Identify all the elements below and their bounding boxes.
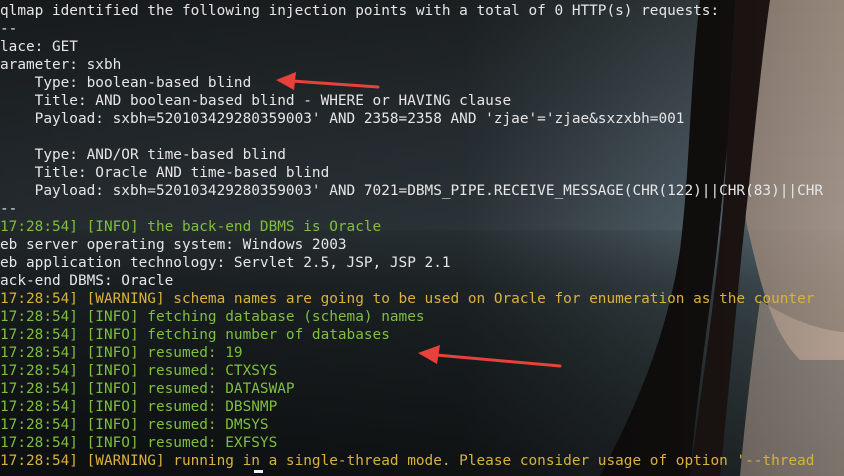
terminal-line-warning: 17:28:54] [WARNING] running in a single-… xyxy=(0,453,815,469)
terminal-line-info: 17:28:54] [INFO] the back-end DBMS is Or… xyxy=(0,219,382,235)
terminal-line-info: 17:28:54] [INFO] resumed: CTXSYS xyxy=(0,363,278,379)
terminal-output: qlmap identified the following injection… xyxy=(0,0,844,476)
terminal-line: Type: boolean-based blind xyxy=(0,75,252,91)
terminal-line: -- xyxy=(0,201,18,217)
terminal-line-info: 17:28:54] [INFO] resumed: DATASWAP xyxy=(0,381,295,397)
terminal-line-info: 17:28:54] [INFO] resumed: EXFSYS xyxy=(0,435,278,451)
terminal-cursor xyxy=(254,470,263,473)
terminal-line: eb server operating system: Windows 2003 xyxy=(0,237,347,253)
terminal-line-info: 17:28:54] [INFO] fetching number of data… xyxy=(0,327,390,343)
terminal-line: qlmap identified the following injection… xyxy=(0,3,720,19)
terminal-line: -- xyxy=(0,21,18,37)
terminal-line-info: 17:28:54] [INFO] resumed: 19 xyxy=(0,345,243,361)
terminal-line-info: 17:28:54] [INFO] resumed: DMSYS xyxy=(0,417,269,433)
terminal-line: eb application technology: Servlet 2.5, … xyxy=(0,255,451,271)
terminal-line-warning: 17:28:54] [WARNING] schema names are goi… xyxy=(0,291,815,307)
terminal-line: Title: Oracle AND time-based blind xyxy=(0,165,330,181)
terminal-line: arameter: sxbh xyxy=(0,57,122,73)
terminal-line: Title: AND boolean-based blind - WHERE o… xyxy=(0,93,512,109)
terminal-line: Payload: sxbh=520103429280359003' AND 70… xyxy=(0,183,824,199)
terminal-line-info: 17:28:54] [INFO] resumed: DBSNMP xyxy=(0,399,278,415)
terminal-line: lace: GET xyxy=(0,39,78,55)
terminal-line: Type: AND/OR time-based blind xyxy=(0,147,286,163)
terminal-line: ack-end DBMS: Oracle xyxy=(0,273,174,289)
terminal-line: Payload: sxbh=520103429280359003' AND 23… xyxy=(0,111,685,127)
terminal-line-info: 17:28:54] [INFO] fetching database (sche… xyxy=(0,309,425,325)
